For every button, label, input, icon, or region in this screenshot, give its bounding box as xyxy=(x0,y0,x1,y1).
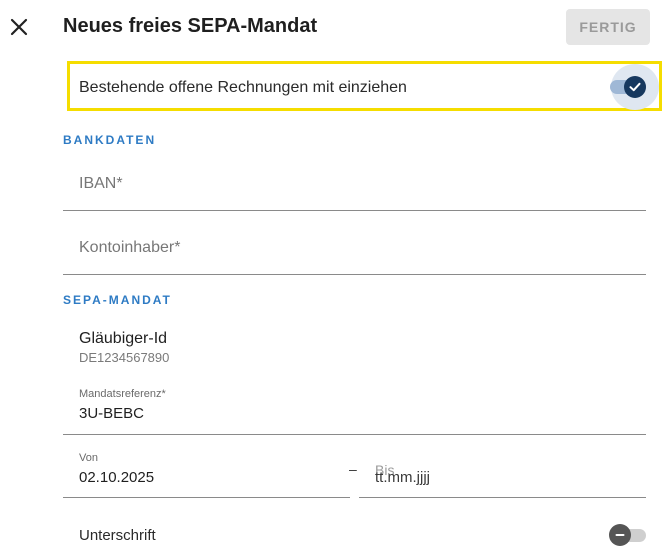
account-holder-placeholder: Kontoinhaber* xyxy=(79,239,181,256)
mandate-reference-label: Mandatsreferenz* xyxy=(79,388,166,400)
done-button[interactable]: FERTIG xyxy=(566,9,650,45)
creditor-id-label: Gläubiger-Id xyxy=(79,330,168,347)
iban-field[interactable]: IBAN* xyxy=(63,160,646,210)
collect-invoices-toggle-thumb[interactable] xyxy=(624,76,646,98)
section-bank-title: BANKDATEN xyxy=(63,133,157,147)
signature-toggle-thumb[interactable] xyxy=(609,524,631,546)
date-range-dash: – xyxy=(349,461,357,477)
collect-invoices-label: Bestehende offene Rechnungen mit einzieh… xyxy=(79,79,407,96)
mandate-reference-field[interactable]: Mandatsreferenz* 3U-BEBC xyxy=(63,383,646,434)
section-mandate-title: SEPA-MANDAT xyxy=(63,293,172,307)
check-icon xyxy=(629,82,641,92)
minus-icon xyxy=(615,534,625,536)
mandate-reference-value: 3U-BEBC xyxy=(79,405,145,422)
iban-placeholder: IBAN* xyxy=(79,175,123,192)
iban-underline xyxy=(63,210,646,211)
close-icon xyxy=(10,18,28,36)
date-from-underline xyxy=(63,497,350,498)
account-holder-field[interactable]: Kontoinhaber* xyxy=(63,224,646,274)
creditor-id-value: DE1234567890 xyxy=(79,350,170,365)
date-to-field[interactable]: Bis tt.mm.jjjj xyxy=(359,447,646,497)
account-holder-underline xyxy=(63,274,646,275)
page-title: Neues freies SEPA-Mandat xyxy=(63,15,318,37)
date-from-label: Von xyxy=(79,452,98,464)
signature-label: Unterschrift xyxy=(79,527,156,544)
mandate-reference-underline xyxy=(63,434,646,435)
date-to-underline xyxy=(359,497,646,498)
date-from-value: 02.10.2025 xyxy=(79,469,155,486)
close-button[interactable] xyxy=(8,16,30,38)
date-to-placeholder: tt.mm.jjjj xyxy=(375,469,430,486)
date-from-field[interactable]: Von 02.10.2025 xyxy=(63,447,350,497)
